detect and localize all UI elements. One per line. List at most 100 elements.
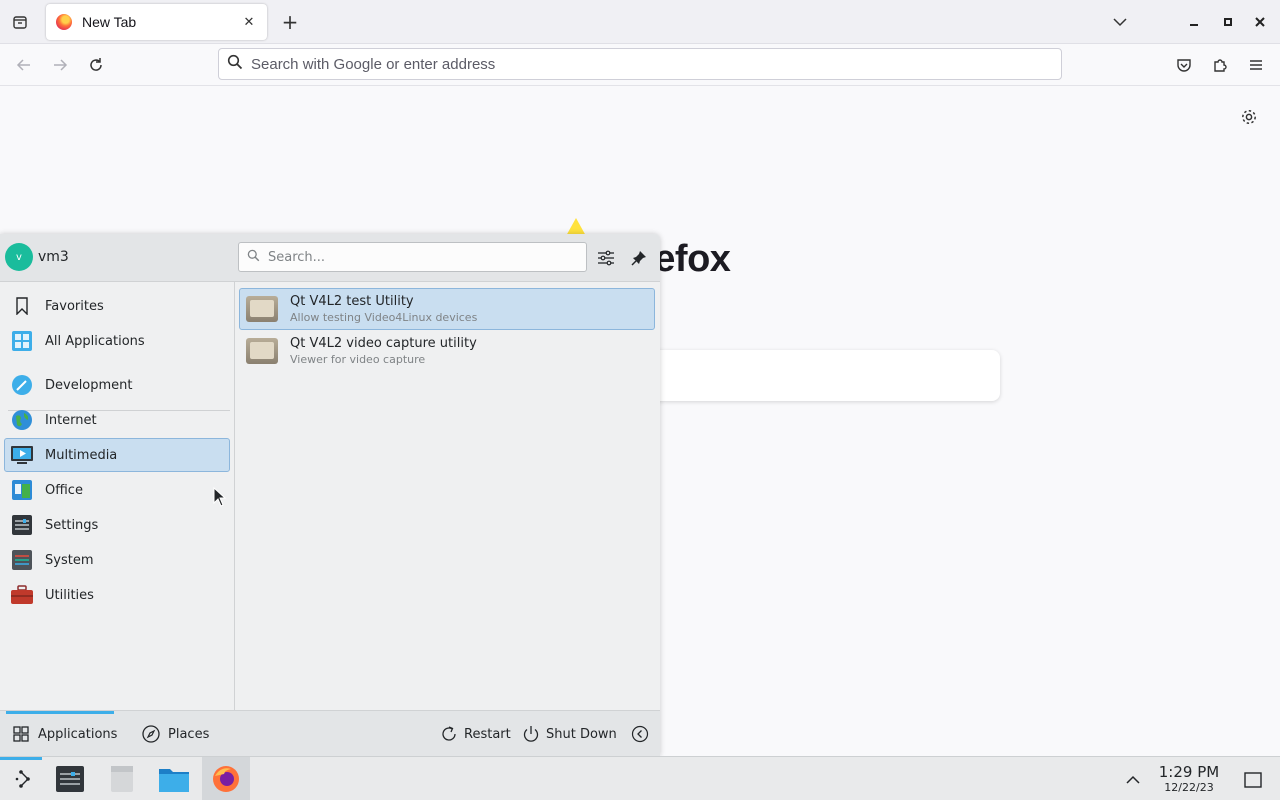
category-settings[interactable]: Settings [4, 508, 230, 542]
tab-applications-label: Applications [38, 726, 118, 742]
category-internet[interactable]: Internet [4, 403, 230, 437]
category-label: Favorites [45, 298, 104, 314]
internet-globe-icon [11, 409, 33, 431]
category-utilities[interactable]: Utilities [4, 578, 230, 612]
application-list: Qt V4L2 test Utility Allow testing Video… [235, 282, 660, 710]
compass-icon [142, 725, 160, 743]
category-label: All Applications [45, 333, 145, 349]
maximize-window-icon[interactable] [1218, 12, 1238, 32]
firefox-icon [213, 766, 239, 792]
office-icon [11, 479, 33, 501]
category-all-applications[interactable]: All Applications [4, 324, 230, 358]
system-icon [11, 549, 33, 571]
app-description: Allow testing Video4Linux devices [290, 311, 478, 324]
settings-icon [11, 514, 33, 536]
tab-places-label: Places [168, 726, 210, 742]
avatar[interactable]: v [5, 243, 33, 271]
category-label: Settings [45, 517, 99, 533]
username: vm3 [38, 249, 69, 265]
category-list: Favorites All Applications Development I… [0, 282, 235, 710]
package-icon [111, 766, 133, 792]
app-item-qt-v4l2-video-capture-utility[interactable]: Qt V4L2 video capture utility Viewer for… [239, 330, 655, 372]
tab-applications[interactable]: Applications [6, 711, 123, 749]
minimize-window-icon[interactable] [1184, 12, 1204, 32]
mouse-cursor-icon [213, 486, 227, 507]
newtab-search-box[interactable] [640, 350, 1000, 401]
clock-date: 12/22/23 [1164, 781, 1214, 794]
app-description: Viewer for video capture [290, 353, 426, 366]
category-multimedia[interactable]: Multimedia [4, 438, 230, 472]
taskbar-system-settings[interactable] [46, 757, 94, 800]
close-window-icon[interactable] [1250, 12, 1270, 32]
power-icon [522, 725, 540, 743]
browser-tab[interactable]: New Tab ✕ [46, 4, 267, 40]
taskbar-discover[interactable] [98, 757, 146, 800]
browser-tab-bar: New Tab ✕ + [0, 0, 1280, 44]
close-tab-icon[interactable]: ✕ [241, 14, 257, 30]
shutdown-label: Shut Down [546, 726, 617, 742]
launcher-header: v vm3 [0, 234, 660, 282]
category-label: System [45, 552, 94, 568]
forward-arrow-icon[interactable] [48, 53, 72, 77]
category-office[interactable]: Office [4, 473, 230, 507]
system-tray-expand-chevron-icon[interactable] [1122, 769, 1144, 791]
taskbar-file-manager[interactable] [150, 757, 198, 800]
restart-label: Restart [464, 726, 511, 742]
launcher-footer: Applications Places Restart Shut Down [0, 710, 660, 756]
category-label: Office [45, 482, 83, 498]
category-label: Development [45, 377, 133, 393]
system-settings-icon [56, 766, 84, 792]
extensions-puzzle-icon[interactable] [1208, 53, 1232, 77]
address-input[interactable] [251, 55, 1061, 73]
utilities-toolbox-icon [11, 584, 33, 606]
taskbar: 1:29 PM 12/22/23 [0, 756, 1280, 800]
category-label: Utilities [45, 587, 94, 603]
digital-clock[interactable]: 1:29 PM 12/22/23 [1148, 763, 1230, 794]
category-label: Internet [45, 412, 97, 428]
restart-button[interactable]: Restart [440, 719, 511, 749]
new-tab-button[interactable]: + [278, 10, 302, 34]
search-icon [227, 54, 243, 74]
category-development[interactable]: Development [4, 368, 230, 402]
reload-icon[interactable] [84, 53, 108, 77]
all-apps-icon [11, 330, 33, 352]
development-icon [11, 374, 33, 396]
app-name: Qt V4L2 test Utility [290, 294, 414, 309]
launcher-search-field[interactable] [238, 242, 587, 272]
applications-grid-icon [12, 725, 30, 743]
shutdown-button[interactable]: Shut Down [522, 719, 617, 749]
app-item-qt-v4l2-test-utility[interactable]: Qt V4L2 test Utility Allow testing Video… [239, 288, 655, 330]
list-all-tabs-chevron-icon[interactable] [1108, 10, 1132, 34]
bookmark-icon [11, 295, 33, 317]
hamburger-menu-icon[interactable] [1244, 53, 1268, 77]
pin-icon[interactable] [627, 246, 651, 270]
category-label: Multimedia [45, 447, 118, 463]
newtab-settings-gear-icon[interactable] [1238, 106, 1260, 128]
launcher-search-input[interactable] [268, 249, 586, 265]
browser-navigation-bar [0, 44, 1280, 86]
tab-places[interactable]: Places [136, 719, 215, 749]
category-favorites[interactable]: Favorites [4, 289, 230, 323]
firefox-view-icon[interactable] [8, 10, 32, 34]
taskbar-firefox[interactable] [202, 757, 250, 800]
address-bar[interactable] [218, 48, 1062, 80]
video-device-icon [246, 338, 278, 364]
application-launcher-button[interactable] [0, 757, 48, 800]
kde-launcher-icon [15, 770, 30, 788]
folder-icon [159, 769, 189, 792]
more-session-options-button[interactable] [631, 719, 655, 749]
application-launcher: v vm3 Favorites All Applications [0, 234, 660, 756]
video-device-icon [246, 296, 278, 322]
configure-sliders-icon[interactable] [594, 246, 618, 270]
search-icon [247, 249, 260, 266]
restart-icon [440, 725, 458, 743]
tab-title: New Tab [82, 14, 137, 30]
show-desktop-icon[interactable] [1242, 769, 1264, 791]
clock-time: 1:29 PM [1158, 763, 1220, 781]
chevron-left-circle-icon [631, 725, 649, 743]
pocket-icon[interactable] [1172, 53, 1196, 77]
firefox-favicon-icon [56, 14, 72, 30]
category-system[interactable]: System [4, 543, 230, 577]
multimedia-icon [11, 444, 33, 466]
back-arrow-icon[interactable] [12, 53, 36, 77]
